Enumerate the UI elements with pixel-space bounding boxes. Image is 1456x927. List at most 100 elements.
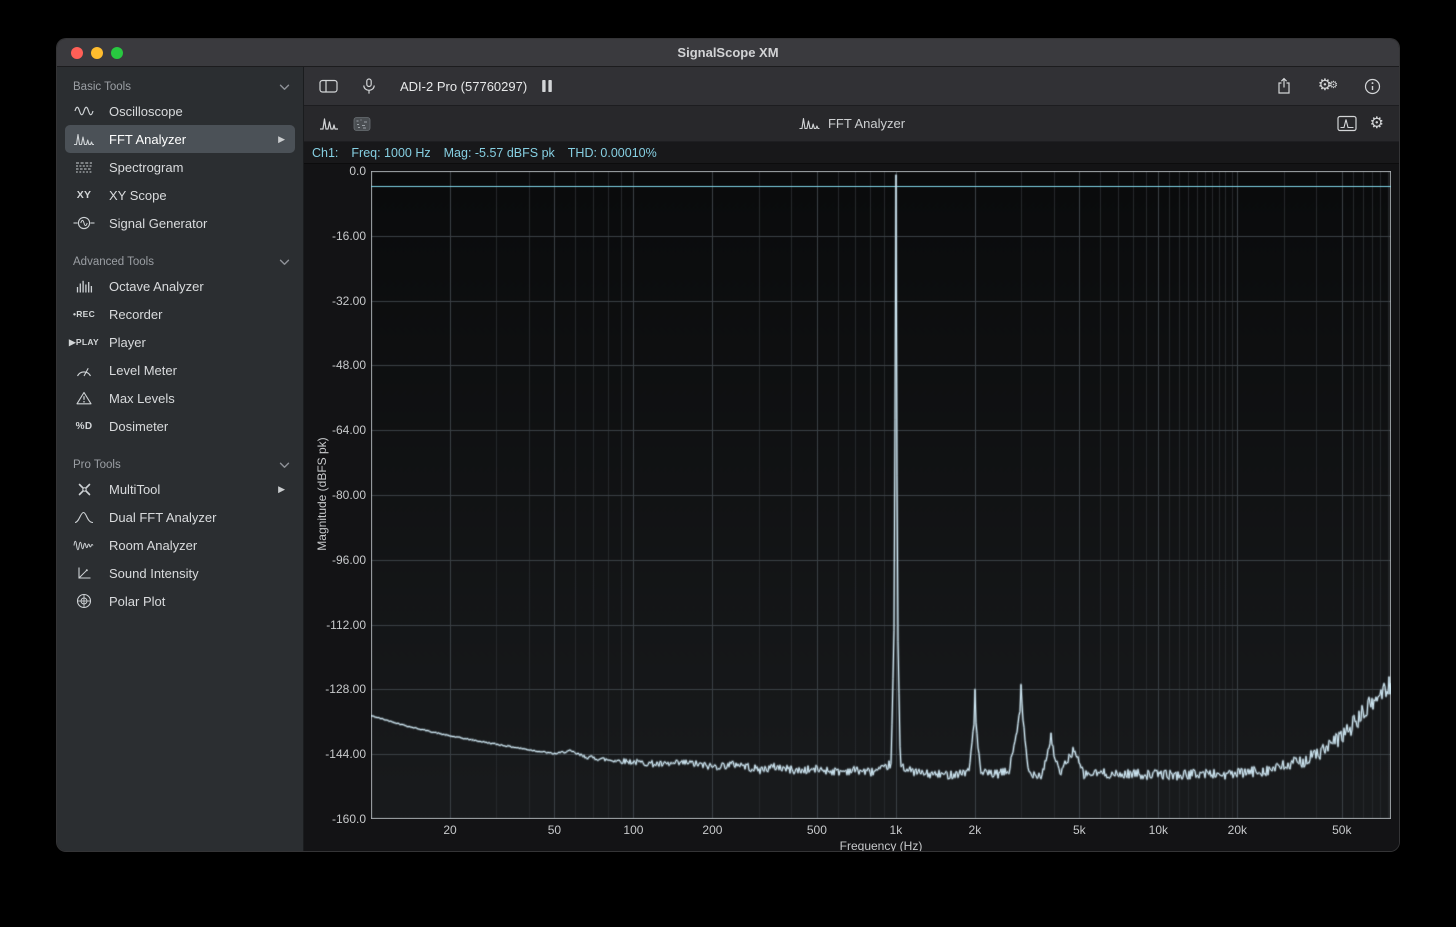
minimize-button[interactable] <box>91 47 103 59</box>
sidebar-item-label: Level Meter <box>109 363 177 378</box>
room-analyzer-icon <box>65 539 103 552</box>
y-tick-label: -96.00 <box>304 553 366 567</box>
y-tick-label: -112.00 <box>304 618 366 632</box>
y-tick-label: 0.0 <box>304 164 366 178</box>
chevron-down-icon <box>279 84 290 91</box>
sidebar-item-label: Dual FFT Analyzer <box>109 510 216 525</box>
section-label: Basic Tools <box>73 81 131 93</box>
disclosure-arrow-icon[interactable]: ▶ <box>278 484 285 495</box>
sidebar-item-label: Polar Plot <box>109 594 165 609</box>
thd-readout: THD: 0.00010% <box>568 146 657 160</box>
main-toolbar: ADI-2 Pro (57760297) ⚙⚙ <box>304 67 1399 106</box>
sidebar-item-fft-analyzer[interactable]: FFT Analyzer ▶ <box>65 125 295 153</box>
sidebar-item-recorder[interactable]: •REC Recorder <box>65 300 295 328</box>
max-levels-icon <box>65 391 103 405</box>
sidebar-item-label: Oscilloscope <box>109 104 183 119</box>
settings-gears-icon[interactable]: ⚙⚙ <box>1318 78 1338 94</box>
chevron-down-icon <box>279 462 290 469</box>
x-tick-label: 5k <box>1049 823 1109 837</box>
x-tick-label: 20k <box>1207 823 1267 837</box>
y-tick-label: -32.00 <box>304 294 366 308</box>
x-tick-label: 10k <box>1128 823 1188 837</box>
sidebar-item-label: Recorder <box>109 307 162 322</box>
channel-readout: Ch1: <box>312 146 338 160</box>
sidebar-item-level-meter[interactable]: Level Meter <box>65 356 295 384</box>
sidebar-item-label: FFT Analyzer <box>109 132 186 147</box>
y-tick-label: -160.0 <box>304 812 366 826</box>
spectrogram-thumbnail-icon[interactable] <box>353 116 371 132</box>
sidebar: Basic Tools Oscilloscope FFT Analyzer ▶ Spec… <box>57 67 304 851</box>
disclosure-arrow-icon[interactable]: ▶ <box>278 134 285 145</box>
sidebar-item-max-levels[interactable]: Max Levels <box>65 384 295 412</box>
traffic-lights <box>71 47 123 59</box>
desktop-background: SignalScope XM Basic Tools Oscilloscope FF… <box>0 0 1456 927</box>
recorder-icon: •REC <box>65 309 103 319</box>
x-tick-label: 50 <box>524 823 584 837</box>
sound-intensity-icon <box>65 566 103 580</box>
level-meter-icon <box>65 364 103 377</box>
y-tick-label: -48.00 <box>304 358 366 372</box>
info-icon[interactable] <box>1364 78 1381 95</box>
polar-plot-icon <box>65 593 103 609</box>
sidebar-item-xy-scope[interactable]: XYXY Scope <box>65 181 295 209</box>
sidebar-item-label: MultiTool <box>109 482 160 497</box>
sidebar-item-label: Sound Intensity <box>109 566 199 581</box>
section-header-pro-tools[interactable]: Pro Tools <box>57 455 303 475</box>
sidebar-item-player[interactable]: ▶PLAYPlayer <box>65 328 295 356</box>
tool-title-label: FFT Analyzer <box>828 116 905 131</box>
x-axis-ticks: 20501002005001k2k5k10k20k50k <box>371 823 1391 839</box>
main-content: ADI-2 Pro (57760297) ⚙⚙ FFT Analyzer ⚙ <box>304 67 1399 851</box>
chevron-down-icon <box>279 259 290 266</box>
signal-generator-icon <box>65 216 103 230</box>
share-icon[interactable] <box>1276 77 1292 95</box>
window-title: SignalScope XM <box>57 39 1399 67</box>
chart-settings-icon[interactable] <box>1337 115 1357 132</box>
sidebar-item-oscilloscope[interactable]: Oscilloscope <box>65 97 295 125</box>
y-tick-label: -64.00 <box>304 423 366 437</box>
y-tick-label: -80.00 <box>304 488 366 502</box>
octave-analyzer-icon <box>65 280 103 293</box>
close-button[interactable] <box>71 47 83 59</box>
sidebar-item-label: XY Scope <box>109 188 167 203</box>
x-tick-label: 2k <box>945 823 1005 837</box>
zoom-button[interactable] <box>111 47 123 59</box>
sidebar-item-signal-generator[interactable]: Signal Generator <box>65 209 295 237</box>
fft-trace-icon[interactable] <box>319 117 339 131</box>
x-axis-title: Frequency (Hz) <box>371 839 1391 852</box>
sidebar-item-label: Dosimeter <box>109 419 168 434</box>
section-header-basic-tools[interactable]: Basic Tools <box>57 77 303 97</box>
mag-readout: Mag: -5.57 dBFS pk <box>444 146 555 160</box>
sidebar-item-octave-analyzer[interactable]: Octave Analyzer <box>65 272 295 300</box>
readout-bar: Ch1: Freq: 1000 Hz Mag: -5.57 dBFS pk TH… <box>304 142 1399 164</box>
sidebar-item-dosimeter[interactable]: %DDosimeter <box>65 412 295 440</box>
tool-toolbar-right-group: ⚙ <box>1337 115 1399 132</box>
y-tick-label: -16.00 <box>304 229 366 243</box>
sidebar-item-spectrogram[interactable]: Spectrogram <box>65 153 295 181</box>
pause-button[interactable] <box>541 79 553 93</box>
sidebar-item-polar-plot[interactable]: Polar Plot <box>65 587 295 615</box>
section-header-advanced-tools[interactable]: Advanced Tools <box>57 252 303 272</box>
sidebar-item-label: Octave Analyzer <box>109 279 204 294</box>
tool-toolbar: FFT Analyzer ⚙ <box>304 106 1399 142</box>
tool-title: FFT Analyzer <box>798 116 905 131</box>
sidebar-item-dual-fft-analyzer[interactable]: Dual FFT Analyzer <box>65 503 295 531</box>
sidebar-item-sound-intensity[interactable]: Sound Intensity <box>65 559 295 587</box>
gear-icon[interactable]: ⚙ <box>1370 116 1384 132</box>
oscilloscope-icon <box>65 105 103 117</box>
sidebar-item-label: Room Analyzer <box>109 538 197 553</box>
x-tick-label: 1k <box>866 823 926 837</box>
dual-fft-analyzer-icon <box>65 511 103 524</box>
window-titlebar[interactable]: SignalScope XM <box>57 39 1399 67</box>
x-tick-label: 200 <box>682 823 742 837</box>
toolbar-right-group: ⚙⚙ <box>1276 77 1399 95</box>
fft-plot[interactable] <box>371 171 1391 819</box>
sidebar-item-label: Signal Generator <box>109 216 207 231</box>
fft-analyzer-icon <box>798 117 820 130</box>
device-label[interactable]: ADI-2 Pro (57760297) <box>400 79 527 94</box>
sidebar-toggle-icon[interactable] <box>319 78 338 94</box>
sidebar-item-multitool[interactable]: MultiTool ▶ <box>65 475 295 503</box>
fft-analyzer-icon <box>65 133 103 146</box>
microphone-icon[interactable] <box>362 78 376 95</box>
sidebar-item-label: Player <box>109 335 146 350</box>
sidebar-item-room-analyzer[interactable]: Room Analyzer <box>65 531 295 559</box>
